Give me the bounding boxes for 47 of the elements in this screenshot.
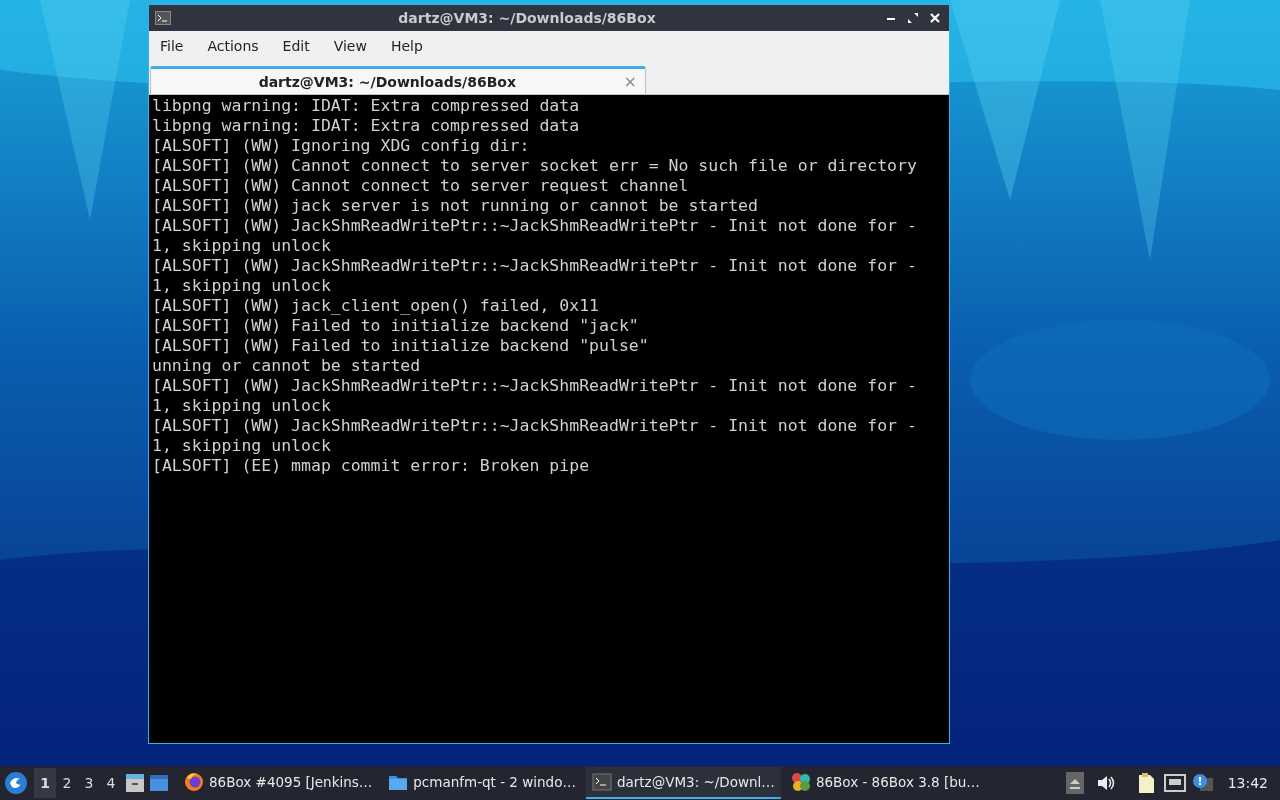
output-line: [ALSOFT] (WW) JackShmReadWritePtr::~JackShmReadWritePtr - Init not done for - (152, 376, 917, 396)
output-line: [ALSOFT] (WW) JackShmReadWritePtr::~JackShmReadWritePtr - Init not done for - (152, 216, 917, 236)
output-line: [ALSOFT] (WW) jack_client_open() failed, 0x11 (152, 296, 600, 316)
desktop-switch[interactable]: 1 (34, 768, 56, 798)
window-title: dartz@VM3: ~/Downloads/86Box (397, 10, 657, 26)
output-line: 1, skipping unlock (152, 276, 331, 296)
tray-expand-button[interactable] (1065, 772, 1084, 794)
output-line: libpng warning: IDAT: Extra compressed data (152, 96, 580, 116)
desktop-switch[interactable]: 4 (100, 768, 122, 798)
clock[interactable]: 13:42 (1215, 775, 1276, 791)
taskbar-button[interactable]: dartz@VM3: ~/Downl… (585, 767, 781, 799)
menu-item[interactable]: File (152, 34, 192, 58)
output-line: [ALSOFT] (WW) Ignoring XDG config dir: (152, 136, 530, 156)
menu-item[interactable]: Help (382, 34, 431, 58)
output-line: [ALSOFT] (WW) Cannot connect to server request channel (152, 176, 689, 196)
tab[interactable]: dartz@VM3: ~/Downloads/86Box × (150, 66, 646, 94)
maximize-icon[interactable] (905, 10, 921, 26)
volume-icon[interactable] (1095, 773, 1116, 793)
output-line: [ALSOFT] (WW) Cannot connect to server socket err = No such file or directory (152, 156, 917, 176)
file-cabinet-icon[interactable] (124, 772, 146, 794)
output-line: libpng warning: IDAT: Extra compressed data (152, 116, 580, 136)
notification-icon[interactable] (1191, 773, 1214, 793)
taskbar-button[interactable]: 86Box #4095 [Jenkins… (178, 767, 379, 799)
output-line: [ALSOFT] (WW) Failed to initialize backend "pulse" (152, 336, 649, 356)
output-line: 1, skipping unlock (152, 396, 331, 416)
output-line: [ALSOFT] (EE) mmap commit error: Broken pipe (152, 456, 590, 476)
output-line: 1, skipping unlock (152, 236, 331, 256)
start-menu-icon[interactable] (4, 771, 28, 795)
output-line: unning or cannot be started (152, 356, 421, 376)
desktop-switch[interactable]: 3 (78, 768, 100, 798)
taskbar-button[interactable]: 86Box - 86Box 3.8 [bu… (784, 767, 986, 799)
output-line: [ALSOFT] (WW) JackShmReadWritePtr::~JackShmReadWritePtr - Init not done for - (152, 256, 917, 276)
desktop-switch[interactable]: 2 (56, 768, 78, 798)
globe-fox-icon (184, 772, 204, 792)
output-line: [ALSOFT] (WW) jack server is not running or cannot be started (152, 196, 758, 216)
app-icon (790, 772, 811, 792)
menu-item[interactable]: View (325, 34, 375, 58)
terminal-icon (591, 772, 612, 792)
output-line: 1, skipping unlock (152, 436, 331, 456)
window-icon[interactable] (148, 772, 170, 794)
menu-item[interactable]: Edit (274, 34, 318, 58)
taskbar-button[interactable]: pcmanfm-qt - 2 windo… (382, 767, 582, 799)
network-icon[interactable] (1163, 773, 1186, 793)
output-line: [ALSOFT] (WW) Failed to initialize backend "jack" (152, 316, 639, 336)
menu-item[interactable]: Actions (199, 34, 267, 58)
terminal-icon (155, 10, 171, 26)
output-line: [ALSOFT] (WW) JackShmReadWritePtr::~JackShmReadWritePtr - Init not done for - (152, 416, 917, 436)
